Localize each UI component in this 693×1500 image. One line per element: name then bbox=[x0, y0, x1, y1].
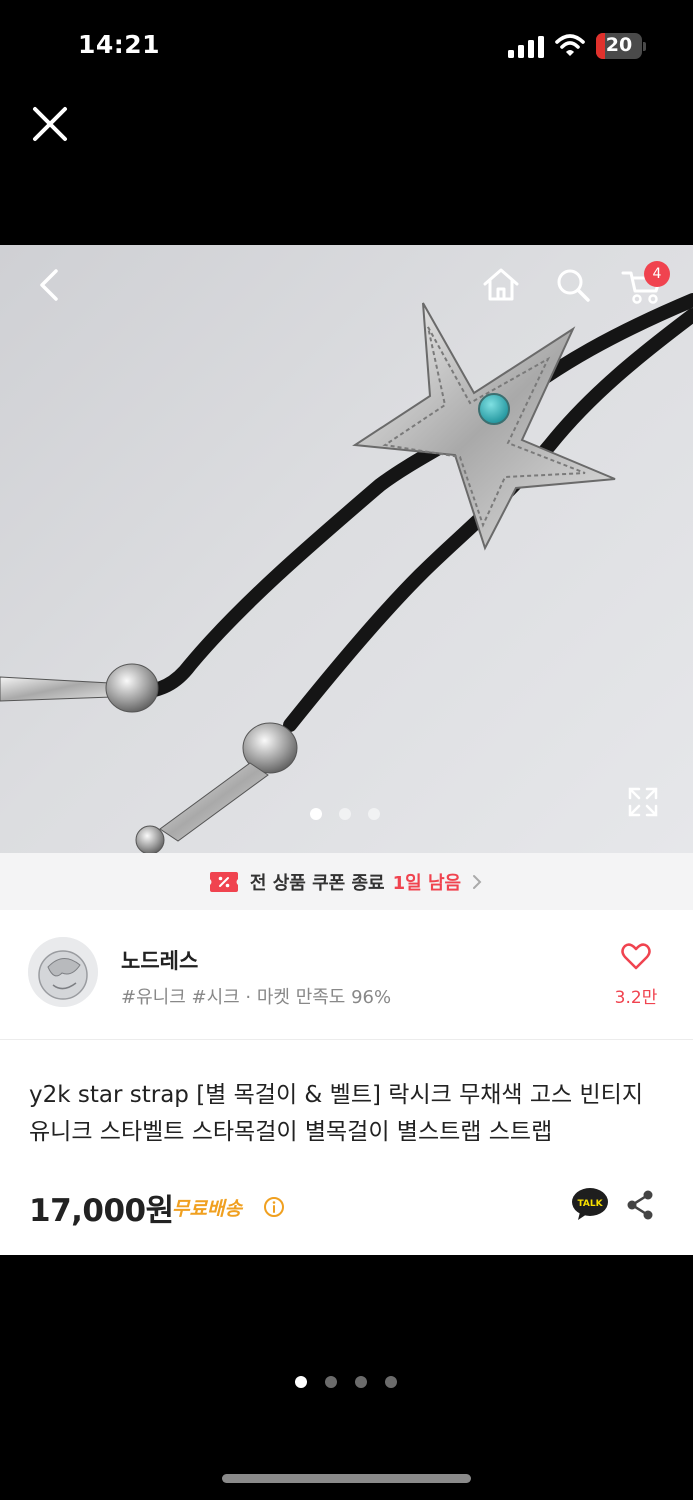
like-count: 3.2만 bbox=[614, 988, 658, 1008]
store-meta: #유니크 #시크 · 마켓 만족도 96% bbox=[121, 987, 392, 1008]
search-icon[interactable] bbox=[553, 265, 593, 305]
product-image[interactable]: 4 bbox=[0, 245, 693, 853]
kakao-talk-icon[interactable]: TALK bbox=[571, 1187, 609, 1221]
back-icon[interactable] bbox=[30, 265, 70, 305]
product-sheet: 4 전 상품 쿠폰 종료 1일 남음 노드레스 #유니크 #시크 · 마켓 만족… bbox=[0, 245, 693, 1255]
product-title: y2k star strap [별 목걸이 & 벨트] 락시크 무채색 고스 빈… bbox=[29, 1082, 643, 1145]
page-dot[interactable] bbox=[355, 1376, 367, 1388]
store-logo-icon bbox=[28, 937, 98, 1007]
product-price: 17,000원 bbox=[29, 1193, 174, 1229]
cart-button[interactable]: 4 bbox=[620, 261, 674, 305]
product-photo bbox=[0, 293, 693, 853]
page-dot[interactable] bbox=[295, 1376, 307, 1388]
like-button[interactable]: 3.2만 bbox=[606, 942, 666, 1012]
info-icon[interactable] bbox=[263, 1196, 285, 1218]
coupon-icon bbox=[209, 871, 238, 892]
battery-icon: 20 bbox=[596, 33, 646, 59]
store-avatar[interactable] bbox=[28, 937, 98, 1007]
battery-level: 20 bbox=[605, 34, 633, 56]
signal-icon bbox=[508, 36, 544, 58]
gallery-dot[interactable] bbox=[368, 808, 380, 820]
home-indicator[interactable] bbox=[222, 1474, 471, 1483]
status-time: 14:21 bbox=[78, 30, 161, 59]
close-icon[interactable] bbox=[28, 102, 72, 146]
store-section: 노드레스 #유니크 #시크 · 마켓 만족도 96% 3.2만 bbox=[0, 910, 693, 1040]
status-bar: 14:21 20 bbox=[0, 0, 693, 95]
coupon-text: 전 상품 쿠폰 종료 bbox=[249, 872, 385, 894]
gallery-dots bbox=[310, 808, 380, 820]
store-name[interactable]: 노드레스 bbox=[121, 945, 198, 975]
share-icon[interactable] bbox=[625, 1189, 655, 1221]
page-dot[interactable] bbox=[385, 1376, 397, 1388]
gallery-dot[interactable] bbox=[310, 808, 322, 820]
home-icon[interactable] bbox=[480, 265, 522, 305]
heart-icon bbox=[621, 943, 651, 970]
page-indicator bbox=[295, 1376, 397, 1388]
chevron-right-icon bbox=[473, 874, 482, 889]
coupon-banner[interactable]: 전 상품 쿠폰 종료 1일 남음 bbox=[0, 853, 693, 910]
gallery-dot[interactable] bbox=[339, 808, 351, 820]
shipping-badge: 무료배송 bbox=[172, 1198, 242, 1220]
expand-icon[interactable] bbox=[626, 785, 660, 819]
wifi-icon bbox=[555, 34, 585, 56]
price-row: 17,000원 무료배송 TALK bbox=[29, 1185, 669, 1229]
coupon-remaining: 1일 남음 bbox=[392, 872, 462, 894]
svg-text:TALK: TALK bbox=[577, 1199, 603, 1209]
page-dot[interactable] bbox=[325, 1376, 337, 1388]
cart-badge: 4 bbox=[644, 261, 670, 287]
